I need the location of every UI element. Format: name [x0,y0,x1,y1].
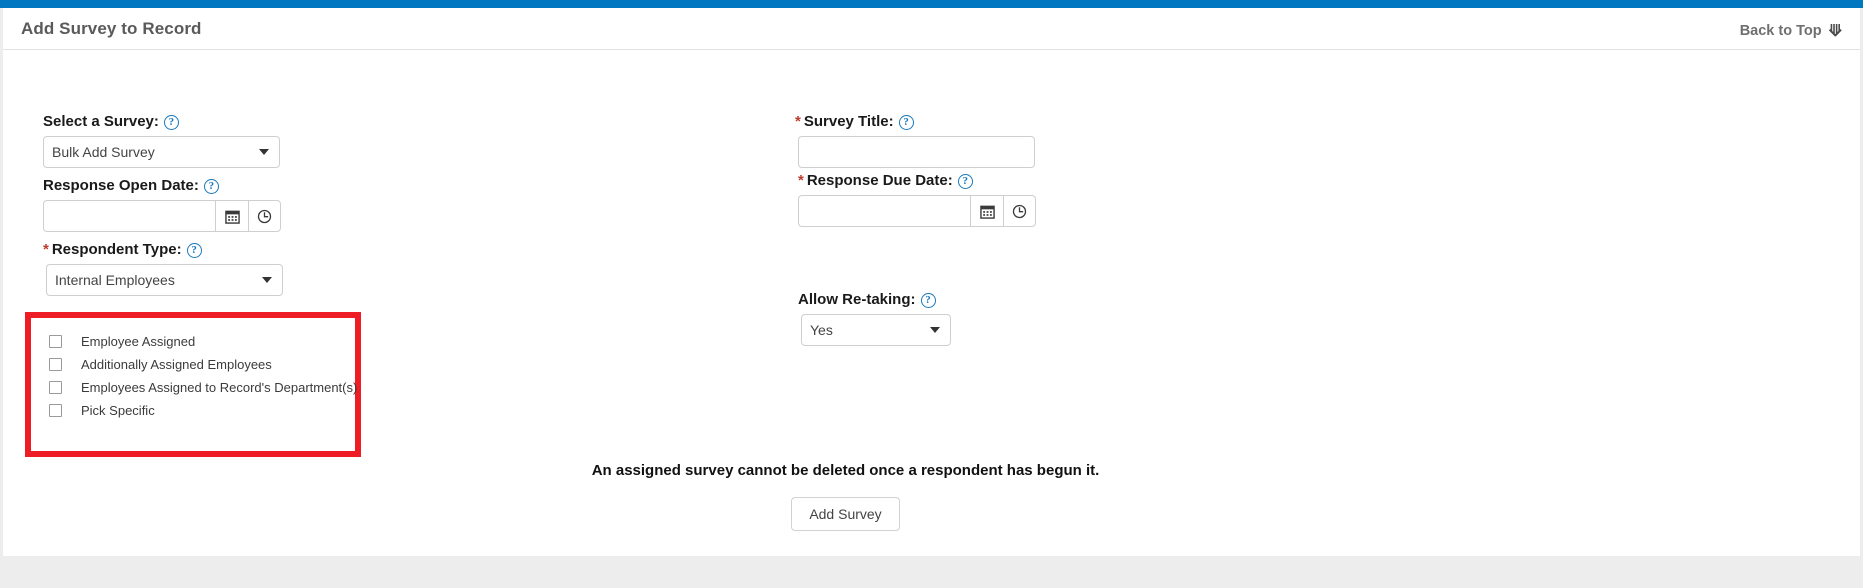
response-open-date-label: Response Open Date:? [43,176,281,195]
respondent-type-label: * Respondent Type:? [43,240,283,259]
response-due-date-label: * Response Due Date:? [798,171,1036,190]
response-due-date-input[interactable] [798,195,970,227]
select-survey-dropdown-wrap: Bulk Add Survey [43,136,280,168]
select-survey-label: Select a Survey:? [43,112,280,131]
list-item[interactable]: Additionally Assigned Employees [49,353,355,376]
response-open-date-group [43,200,281,232]
survey-delete-note: An assigned survey cannot be deleted onc… [3,462,1860,479]
list-item-label: Employees Assigned to Record's Departmen… [81,380,358,395]
survey-title-label-text: Survey Title: [803,113,894,130]
respondent-type-dropdown[interactable]: Internal Employees [46,264,283,296]
field-response-open-date: Response Open Date:? [43,176,281,232]
response-open-date-label-text: Response Open Date: [43,177,199,194]
list-item-label: Additionally Assigned Employees [81,357,272,372]
page-title: Add Survey to Record [21,19,202,38]
survey-title-input[interactable] [798,136,1035,168]
calendar-icon-button-due-date[interactable] [970,195,1003,227]
list-item[interactable]: Employee Assigned [49,330,355,353]
help-icon-response-due-date[interactable]: ? [957,174,973,189]
clock-icon-button-open-date[interactable] [248,200,281,232]
clock-icon-button-due-date[interactable] [1003,195,1036,227]
calendar-icon [224,210,240,224]
field-survey-title: * Survey Title:? [795,112,1035,168]
arrow-up-icon: ⟱ [1828,23,1842,40]
allow-retaking-label-text: Allow Re-taking: [798,291,916,308]
select-survey-dropdown[interactable]: Bulk Add Survey [43,136,280,168]
submit-row: Add Survey [3,497,1860,531]
response-due-date-label-text: Response Due Date: [806,172,953,189]
calendar-icon-button-open-date[interactable] [215,200,248,232]
survey-delete-note-text: An assigned survey cannot be deleted onc… [591,462,1100,479]
checkbox-employee-assigned[interactable] [49,335,62,348]
top-accent-bar [0,0,1863,8]
required-marker-survey-title: * [795,113,801,130]
respondent-type-dropdown-wrap: Internal Employees [46,264,283,296]
allow-retaking-dropdown[interactable]: Yes [801,314,951,346]
clock-icon [257,209,272,223]
list-item-label: Employee Assigned [81,334,196,349]
list-item[interactable]: Pick Specific [49,399,355,422]
survey-title-label: * Survey Title:? [795,112,1035,131]
submit-row-inner: Add Survey [791,497,900,531]
checkbox-pick-specific[interactable] [49,404,62,417]
select-survey-label-text: Select a Survey: [43,113,159,130]
checkbox-additionally-assigned-employees[interactable] [49,358,62,371]
panel-body: Select a Survey:? Bulk Add Survey Respon… [3,50,1860,555]
page-root: Add Survey to Record Back to Top ⟱ Select… [0,0,1863,588]
help-icon-respondent-type[interactable]: ? [186,243,202,258]
clock-icon [1012,204,1027,218]
list-item[interactable]: Employees Assigned to Record's Departmen… [49,376,358,399]
help-icon-allow-retaking[interactable]: ? [920,293,936,308]
field-respondent-type: * Respondent Type:? Internal Employees [43,240,283,296]
field-response-due-date: * Response Due Date:? [798,171,1036,227]
respondent-type-label-text: Respondent Type: [51,241,182,258]
help-icon-select-survey[interactable]: ? [163,115,179,130]
field-select-survey: Select a Survey:? Bulk Add Survey [43,112,280,168]
checkbox-employees-assigned-to-records-departments[interactable] [49,381,62,394]
response-due-date-group [798,195,1036,227]
field-allow-retaking: Allow Re-taking:? Yes [798,290,951,346]
help-icon-survey-title[interactable]: ? [898,115,914,130]
allow-retaking-dropdown-wrap: Yes [801,314,951,346]
back-to-top-link[interactable]: Back to Top ⟱ [1740,21,1842,41]
back-to-top-label: Back to Top [1739,23,1822,39]
help-icon-response-open-date[interactable]: ? [203,179,219,194]
list-item-label: Pick Specific [81,403,155,418]
calendar-icon [979,205,995,219]
panel-header: Add Survey to Record Back to Top ⟱ [3,8,1860,50]
respondent-options-highlight-box: Employee Assigned Additionally Assigned … [25,312,361,457]
response-open-date-input[interactable] [43,200,215,232]
respondent-options-list: Employee Assigned Additionally Assigned … [31,318,358,422]
required-marker-response-due-date: * [798,172,804,189]
add-survey-panel: Add Survey to Record Back to Top ⟱ Select… [3,8,1860,556]
add-survey-button[interactable]: Add Survey [791,497,900,531]
required-marker-respondent-type: * [43,241,49,258]
allow-retaking-label: Allow Re-taking:? [798,290,951,309]
